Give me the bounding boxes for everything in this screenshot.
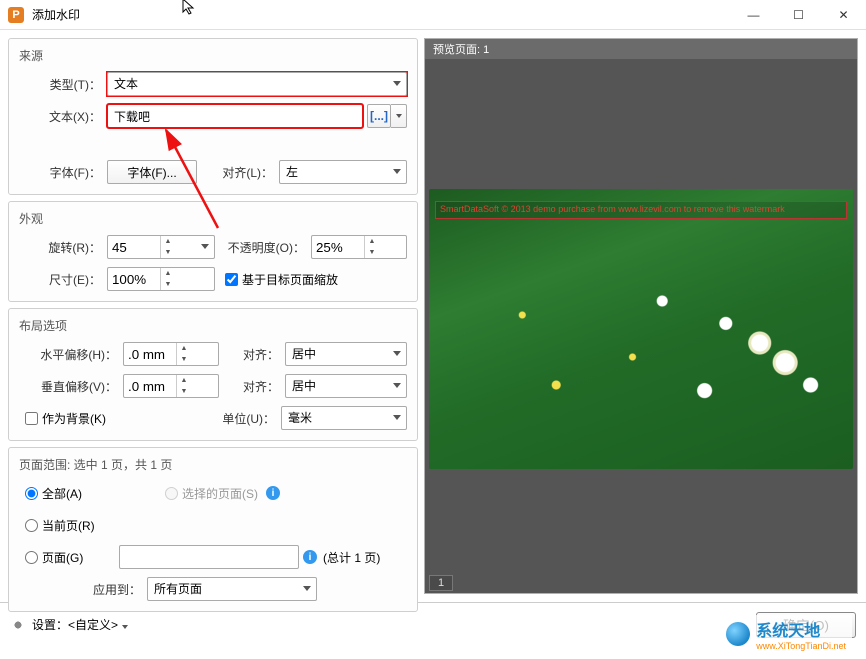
unit-label: 单位(U)： [215, 410, 281, 427]
window-controls: — ☐ ✕ [731, 0, 866, 30]
range-current-label[interactable]: 当前页(R) [25, 517, 95, 534]
appearance-group-title: 外观 [19, 210, 407, 227]
preview-pane: 预览页面: 1 SmartDataSoft © 2013 demo purcha… [424, 38, 858, 594]
branding-name: 系统天地 [756, 617, 846, 641]
preview-header: 预览页面: 1 [425, 39, 857, 59]
valign-label: 对齐： [219, 378, 285, 395]
size-stepper[interactable]: ▲▼ [160, 268, 175, 290]
range-current-radio[interactable] [25, 519, 38, 532]
text-input[interactable] [107, 104, 363, 128]
appearance-group: 外观 旋转(R)： ▲▼ 不透明度(O)： ▲▼ 尺寸(E)： ▲▼ 基于目标页… [8, 201, 418, 302]
range-all-text: 全部(A) [42, 485, 82, 502]
minimize-button[interactable]: — [731, 0, 776, 30]
apply-label: 应用到： [19, 581, 147, 598]
scale-checkbox[interactable] [225, 273, 238, 286]
preview-area[interactable]: SmartDataSoft © 2013 demo purchase from … [425, 59, 857, 593]
range-pages-label[interactable]: 页面(G) [25, 549, 119, 566]
background-checkbox[interactable] [25, 412, 38, 425]
range-selected-radio [165, 487, 178, 500]
pages-hint: (总计 1 页) [323, 549, 380, 566]
type-label: 类型(T)： [19, 76, 107, 93]
voffset-stepper[interactable]: ▲▼ [176, 375, 191, 397]
branding-badge: 系统天地 www.XiTongTianDi.net [720, 615, 852, 653]
halign-label: 对齐： [219, 346, 285, 363]
page-range-title: 页面范围: 选中 1 页，共 1 页 [19, 456, 407, 473]
opacity-input[interactable] [312, 236, 364, 258]
page-indicator[interactable]: 1 [429, 575, 453, 591]
range-all-label[interactable]: 全部(A) [25, 485, 165, 502]
scale-checkbox-text: 基于目标页面缩放 [242, 271, 338, 288]
text-label: 文本(X)： [19, 108, 107, 125]
unit-select[interactable]: 毫米 [281, 406, 407, 430]
globe-icon [726, 622, 750, 646]
apply-select[interactable]: 所有页面 [147, 577, 317, 601]
voffset-input[interactable] [124, 375, 176, 397]
hoffset-input[interactable] [124, 343, 176, 365]
preview-image [429, 189, 853, 469]
font-button[interactable]: 字体(F)... [107, 160, 197, 184]
type-select[interactable]: 文本 [107, 72, 407, 96]
scale-checkbox-label[interactable]: 基于目标页面缩放 [225, 271, 338, 288]
watermark-overlay: SmartDataSoft © 2013 demo purchase from … [435, 201, 847, 219]
range-pages-radio[interactable] [25, 551, 38, 564]
cursor-icon [182, 0, 196, 16]
opacity-stepper[interactable]: ▲▼ [364, 236, 379, 258]
source-group: 来源 类型(T)： 文本 文本(X)： [...] 字体(F)： 字体(F)..… [8, 38, 418, 195]
info-icon: i [266, 486, 280, 500]
maximize-button[interactable]: ☐ [776, 0, 821, 30]
range-pages-text: 页面(G) [42, 549, 83, 566]
voffset-label: 垂直偏移(V)： [19, 378, 123, 395]
page-range-group: 页面范围: 选中 1 页，共 1 页 全部(A) 选择的页面(S) i 当前页(… [8, 447, 418, 612]
background-checkbox-label[interactable]: 作为背景(K) [25, 410, 106, 427]
halign-select[interactable]: 居中 [285, 342, 407, 366]
branding-url: www.XiTongTianDi.net [756, 641, 846, 651]
layout-group: 布局选项 水平偏移(H)： ▲▼ 对齐： 居中 垂直偏移(V)： ▲▼ 对齐： … [8, 308, 418, 441]
rotate-label: 旋转(R)： [19, 239, 107, 256]
title-bar: P 添加水印 — ☐ ✕ [0, 0, 866, 30]
range-all-radio[interactable] [25, 487, 38, 500]
text-align-label: 对齐(L)： [197, 164, 279, 181]
rotate-input[interactable] [108, 236, 160, 258]
hoffset-stepper[interactable]: ▲▼ [176, 343, 191, 365]
app-icon: P [8, 7, 24, 23]
settings-dropdown-icon[interactable] [122, 618, 128, 632]
text-macro-button[interactable]: [...] [367, 104, 391, 128]
valign-select[interactable]: 居中 [285, 374, 407, 398]
text-align-select[interactable]: 左 [279, 160, 407, 184]
window-title: 添加水印 [32, 6, 80, 23]
size-input[interactable] [108, 268, 160, 290]
gear-icon[interactable] [10, 617, 26, 633]
size-label: 尺寸(E)： [19, 271, 107, 288]
text-macro-dropdown[interactable] [391, 104, 407, 128]
opacity-label: 不透明度(O)： [215, 239, 311, 256]
info-icon[interactable]: i [303, 550, 317, 564]
range-selected-label: 选择的页面(S) i [165, 485, 280, 502]
close-button[interactable]: ✕ [821, 0, 866, 30]
range-current-text: 当前页(R) [42, 517, 95, 534]
pages-input[interactable] [119, 545, 299, 569]
layout-group-title: 布局选项 [19, 317, 407, 334]
background-checkbox-text: 作为背景(K) [42, 410, 106, 427]
hoffset-label: 水平偏移(H)： [19, 346, 123, 363]
source-group-title: 来源 [19, 47, 407, 64]
font-label: 字体(F)： [19, 164, 107, 181]
range-selected-text: 选择的页面(S) [182, 485, 258, 502]
rotate-stepper[interactable]: ▲▼ [160, 236, 175, 258]
settings-label[interactable]: 设置：<自定义> [32, 616, 118, 633]
